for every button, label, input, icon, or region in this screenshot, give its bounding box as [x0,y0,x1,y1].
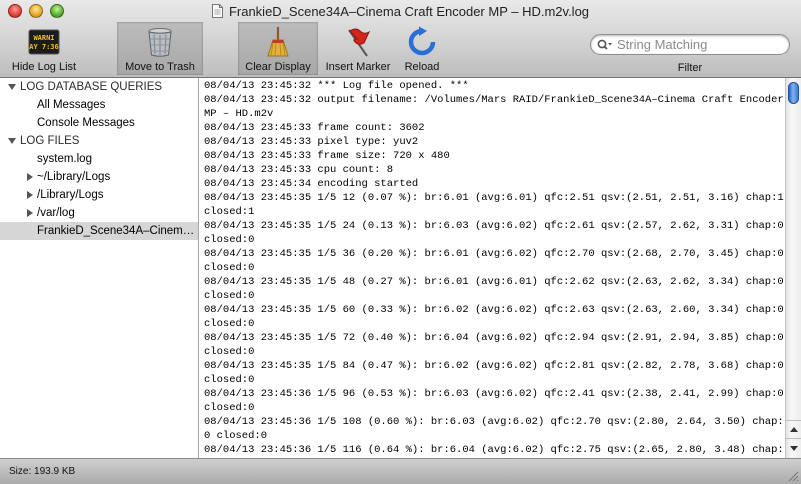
log-line: 08/04/13 23:45:33 pixel type: yuv2 [204,136,419,148]
scroll-up-button[interactable] [786,420,801,438]
log-line: 08/04/13 23:45:35 1/5 24 (0.13 %): br:6.… [204,220,784,246]
move-to-trash-label: Move to Trash [125,61,195,73]
resize-grip-icon[interactable] [787,470,799,482]
log-icon-line-2: AY 7:36 [29,43,59,51]
log-line: 08/04/13 23:45:32 output filename: /Volu… [204,94,784,120]
log-line: 08/04/13 23:45:35 1/5 12 (0.07 %): br:6.… [204,192,784,218]
log-lines: 08/04/13 23:45:32 *** Log file opened. *… [204,79,785,458]
sidebar-item-system-log[interactable]: system.log [0,150,198,168]
console-window: FrankieD_Scene34A–Cinema Craft Encoder M… [0,0,801,484]
sidebar-item-label: Console Messages [37,117,135,129]
log-text-view[interactable]: 08/04/13 23:45:32 *** Log file opened. *… [200,78,785,458]
sidebar-item-user-library-logs[interactable]: ~/Library/Logs [0,168,198,186]
log-line: 08/04/13 23:45:36 1/5 96 (0.53 %): br:6.… [204,388,784,414]
window-title: FrankieD_Scene34A–Cinema Craft Encoder M… [228,3,590,19]
sidebar-item-label: /Library/Logs [37,189,104,201]
section-label: LOG DATABASE QUERIES [20,81,163,93]
toolbar: WARNI AY 7:36 Hide Log List Move to Tras… [0,22,801,78]
flag-icon [348,28,371,57]
log-line: 08/04/13 23:45:32 *** Log file opened. *… [204,80,469,92]
reload-button[interactable]: Reload [398,22,446,75]
log-line: 08/04/13 23:45:35 1/5 60 (0.33 %): br:6.… [204,304,784,330]
log-list-sidebar: LOG DATABASE QUERIES All Messages Consol… [0,78,199,458]
section-log-database-queries[interactable]: LOG DATABASE QUERIES [0,78,198,96]
log-line: 08/04/13 23:45:35 1/5 48 (0.27 %): br:6.… [204,276,784,302]
arrow-down-icon [790,446,798,451]
search-icon [597,39,612,50]
log-icon-line-1: WARNI [33,34,54,42]
sidebar-item-library-logs[interactable]: /Library/Logs [0,186,198,204]
hide-log-list-button[interactable]: WARNI AY 7:36 Hide Log List [6,22,82,75]
clear-display-label: Clear Display [245,61,311,73]
sidebar-item-label: /var/log [37,207,75,219]
disclosure-closed-icon[interactable] [26,173,34,181]
status-bar: Size: 193.9 KB [0,458,801,484]
search-input[interactable] [617,37,787,52]
hide-log-list-label: Hide Log List [11,61,77,73]
insert-marker-button[interactable]: Insert Marker [320,22,396,75]
close-button[interactable] [8,4,22,18]
file-size-label: Size: 193.9 KB [9,466,76,477]
window-toolbar-area: FrankieD_Scene34A–Cinema Craft Encoder M… [0,0,801,78]
log-line: 08/04/13 23:45:36 1/5 108 (0.60 %): br:6… [204,416,784,442]
insert-marker-label: Insert Marker [325,61,391,73]
sidebar-item-label: ~/Library/Logs [37,171,111,183]
search-field[interactable] [590,34,790,55]
log-line: 08/04/13 23:45:33 cpu count: 8 [204,164,394,176]
sidebar-item-var-log[interactable]: /var/log [0,204,198,222]
log-line: 08/04/13 23:45:33 frame size: 720 x 480 [204,150,450,162]
vertical-scrollbar[interactable] [785,78,801,458]
document-icon [211,4,223,18]
sidebar-item-all-messages[interactable]: All Messages [0,96,198,114]
disclosure-closed-icon[interactable] [26,191,34,199]
sidebar-item-console-messages[interactable]: Console Messages [0,114,198,132]
reload-label: Reload [404,61,440,73]
console-log-icon: WARNI AY 7:36 [28,29,60,55]
arrow-up-icon [790,427,798,432]
section-label: LOG FILES [20,135,80,147]
log-line: 08/04/13 23:45:35 1/5 72 (0.40 %): br:6.… [204,332,784,358]
filter-control: Filter [590,34,790,74]
log-line: 08/04/13 23:45:35 1/5 84 (0.47 %): br:6.… [204,360,784,386]
window-controls [8,4,64,18]
disclosure-open-icon [8,138,16,144]
log-line: 08/04/13 23:45:34 encoding started [204,178,419,190]
disclosure-open-icon [8,84,16,90]
reload-icon [408,26,436,56]
section-log-files[interactable]: LOG FILES [0,132,198,150]
scroll-thumb[interactable] [788,82,799,104]
broom-icon [267,27,289,57]
minimize-button[interactable] [29,4,43,18]
log-line: 08/04/13 23:45:35 1/5 36 (0.20 %): br:6.… [204,248,784,274]
disclosure-closed-icon[interactable] [26,209,34,217]
filter-label: Filter [677,62,703,74]
sidebar-item-label: system.log [37,153,92,165]
log-line: 08/04/13 23:45:33 frame count: 3602 [204,122,425,134]
zoom-button[interactable] [50,4,64,18]
clear-display-button[interactable]: Clear Display [238,22,318,75]
sidebar-item-label: All Messages [37,99,106,111]
move-to-trash-button[interactable]: Move to Trash [117,22,203,75]
sidebar-item-label: FrankieD_Scene34A–Cinem… [37,225,195,237]
log-line: 08/04/13 23:45:36 1/5 116 (0.64 %): br:6… [204,444,784,456]
sidebar-item-current-log[interactable]: FrankieD_Scene34A–Cinem… [0,222,198,240]
trash-icon [148,28,172,57]
title-bar[interactable]: FrankieD_Scene34A–Cinema Craft Encoder M… [0,0,801,22]
scroll-down-button[interactable] [786,438,801,456]
